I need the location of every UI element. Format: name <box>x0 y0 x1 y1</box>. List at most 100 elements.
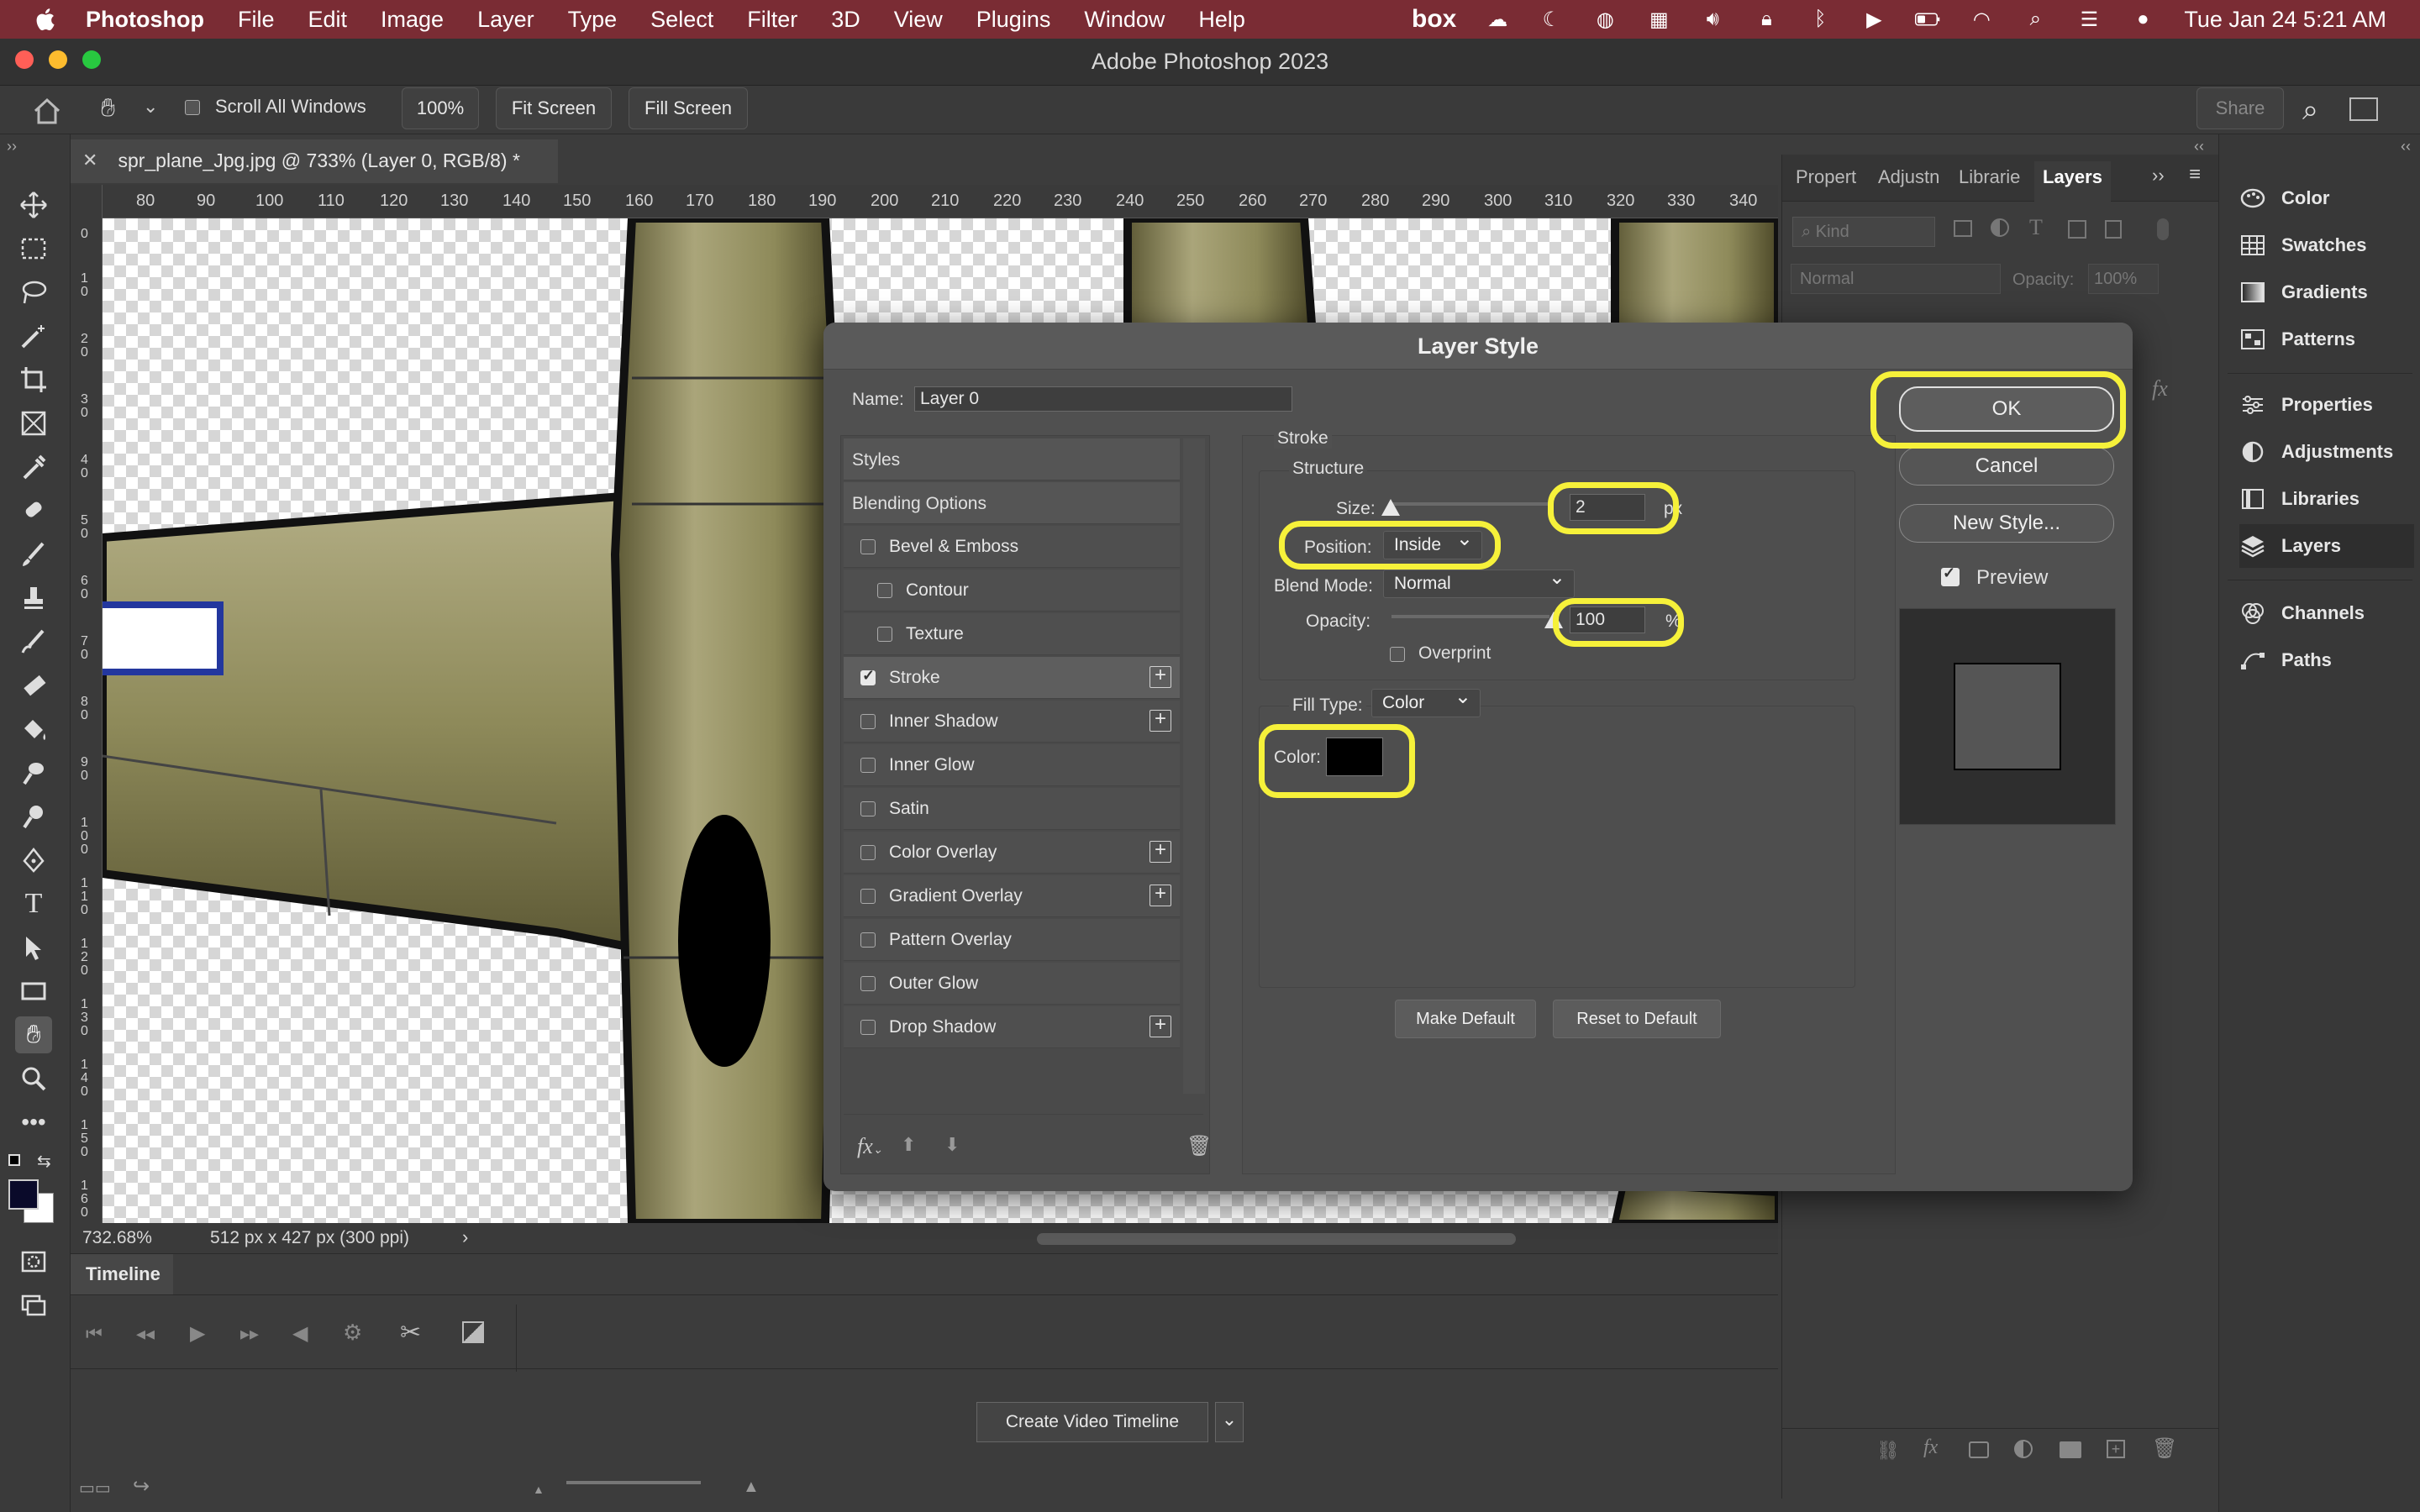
style-checkbox[interactable] <box>860 976 876 991</box>
tab-adjustments[interactable]: Adjustn <box>1878 166 1939 188</box>
globe-icon[interactable]: ◍ <box>1592 8 1618 31</box>
vertical-ruler[interactable]: 0 1 0 2 0 3 0 4 0 5 0 6 0 7 0 8 0 9 0 1 … <box>71 185 103 1225</box>
move-tool-icon[interactable] <box>15 186 52 223</box>
eraser-tool-icon[interactable] <box>15 667 52 704</box>
play-icon[interactable]: ▶ <box>190 1321 205 1346</box>
opacity-slider-track[interactable] <box>1392 615 1549 618</box>
search-icon[interactable]: ⌕ <box>2302 94 2318 127</box>
document-tab[interactable]: ✕ spr_plane_Jpg.jpg @ 733% (Layer 0, RGB… <box>71 139 558 183</box>
size-slider-handle[interactable] <box>1381 499 1400 516</box>
pen-tool-icon[interactable] <box>15 842 52 879</box>
filter-shape-icon[interactable] <box>2068 220 2086 239</box>
settings-gear-icon[interactable]: ⚙ <box>343 1320 362 1346</box>
share-button[interactable]: Share <box>2196 87 2284 129</box>
previous-frame-icon[interactable]: ◂◂ <box>136 1323 155 1345</box>
volume-icon[interactable]: 🔊︎ <box>1700 8 1725 30</box>
lasso-tool-icon[interactable] <box>15 274 52 311</box>
clone-stamp-tool-icon[interactable] <box>15 580 52 617</box>
style-row-bevel-emboss[interactable]: Bevel & Emboss <box>844 526 1180 568</box>
foreground-color-swatch[interactable] <box>8 1179 39 1210</box>
convert-icon[interactable]: ↪ <box>133 1474 150 1499</box>
close-tab-icon[interactable]: ✕ <box>82 150 97 171</box>
move-effect-up-icon[interactable]: ⬆ <box>901 1134 916 1156</box>
type-tool-icon[interactable]: T <box>15 885 52 922</box>
audio-icon[interactable]: ◀ <box>292 1321 308 1346</box>
dock-collapse-icon[interactable]: ‹‹ <box>2401 138 2411 155</box>
dock-item-gradients[interactable]: Gradients <box>2239 270 2414 314</box>
healing-brush-tool-icon[interactable] <box>15 492 52 529</box>
style-row-texture[interactable]: Texture <box>844 613 1180 655</box>
new-group-folder-icon[interactable] <box>2060 1441 2081 1458</box>
new-adjustment-icon[interactable] <box>2014 1440 2033 1458</box>
chevron-down-icon[interactable]: ⌄ <box>143 96 158 118</box>
zoom-slider[interactable]: ▲ ▲ <box>533 1478 776 1496</box>
crop-tool-icon[interactable] <box>15 361 52 398</box>
eyedropper-tool-icon[interactable] <box>15 449 52 486</box>
play-circle-icon[interactable]: ▶ <box>1861 8 1886 31</box>
new-style-button[interactable]: New Style... <box>1899 504 2114 543</box>
style-checkbox[interactable] <box>860 667 876 685</box>
blend-mode-dropdown[interactable]: Normal <box>1383 565 1575 598</box>
fill-type-dropdown[interactable]: Color <box>1371 685 1481 717</box>
path-selection-tool-icon[interactable] <box>15 929 52 966</box>
dock-item-properties[interactable]: Properties <box>2239 383 2414 427</box>
horizontal-ruler[interactable]: 80 90 100 110 120 130 140 150 160 170 18… <box>87 185 1778 218</box>
filter-adjustment-icon[interactable] <box>1991 218 2009 237</box>
menu-window[interactable]: Window <box>1084 7 1165 33</box>
history-brush-tool-icon[interactable] <box>15 623 52 660</box>
menu-edit[interactable]: Edit <box>308 7 348 33</box>
wifi-icon[interactable]: ◠ <box>1969 8 1994 31</box>
battery-icon[interactable] <box>1915 8 1940 30</box>
panel-collapse-icon[interactable]: ‹‹ <box>2194 138 2204 155</box>
style-checkbox[interactable] <box>860 801 876 816</box>
style-checkbox[interactable] <box>860 1020 876 1035</box>
apple-icon[interactable] <box>34 7 55 32</box>
menu-file[interactable]: File <box>238 7 275 33</box>
filter-kind-dropdown[interactable]: ⌕ Kind <box>1792 217 1935 247</box>
style-row-inner-shadow[interactable]: Inner Shadow + <box>844 701 1180 743</box>
dock-item-patterns[interactable]: Patterns <box>2239 318 2414 361</box>
status-zoom[interactable]: 732.68% <box>82 1228 152 1248</box>
scroll-all-windows-checkbox[interactable] <box>185 100 200 115</box>
more-tools-icon[interactable]: ••• <box>15 1104 52 1141</box>
preview-checkbox[interactable] <box>1941 564 1960 586</box>
lock-icon[interactable]: 🔒︎ <box>1754 8 1779 30</box>
siri-icon[interactable]: ● <box>2130 8 2155 30</box>
link-layers-icon[interactable]: ⛓ <box>1876 1440 1900 1462</box>
style-row-contour[interactable]: Contour <box>844 570 1180 612</box>
style-checkbox[interactable] <box>860 845 876 860</box>
style-checkbox[interactable] <box>860 932 876 948</box>
style-row-pattern-overlay[interactable]: Pattern Overlay <box>844 919 1180 961</box>
next-frame-icon[interactable]: ▸▸ <box>240 1323 259 1345</box>
tab-layers[interactable]: Layers <box>2034 161 2111 202</box>
status-expand-icon[interactable]: › <box>462 1226 468 1248</box>
add-instance-plus-icon[interactable]: + <box>1150 1015 1171 1037</box>
style-row-gradient-overlay[interactable]: Gradient Overlay + <box>844 875 1180 917</box>
hand-tool-icon[interactable]: ✋︎ <box>15 1016 52 1053</box>
dock-item-paths[interactable]: Paths <box>2239 638 2414 682</box>
timeline-zoom-icon[interactable]: ▭▭ <box>79 1478 111 1499</box>
style-row-drop-shadow[interactable]: Drop Shadow + <box>844 1006 1180 1048</box>
moon-icon[interactable]: ☾ <box>1539 8 1564 31</box>
brush-tool-icon[interactable] <box>15 536 52 573</box>
add-effect-fx-icon[interactable]: fx⌄ <box>857 1134 883 1159</box>
move-effect-down-icon[interactable]: ⬇ <box>944 1134 960 1156</box>
delete-effect-trash-icon[interactable]: 🗑︎ <box>1186 1134 1212 1158</box>
styles-scrollbar[interactable] <box>1183 438 1205 1094</box>
style-checkbox[interactable] <box>877 583 892 598</box>
quick-mask-icon[interactable] <box>15 1243 52 1280</box>
control-center-icon[interactable]: ☰ <box>2076 8 2102 31</box>
screen-mode-icon[interactable] <box>15 1285 52 1322</box>
menu-filter[interactable]: Filter <box>747 7 797 33</box>
panel-menu-icon[interactable]: ≡ <box>2189 163 2201 186</box>
style-row-color-overlay[interactable]: Color Overlay + <box>844 832 1180 874</box>
magic-wand-tool-icon[interactable] <box>15 318 52 354</box>
zoom-100-button[interactable]: 100% <box>402 87 479 129</box>
add-instance-plus-icon[interactable]: + <box>1150 840 1171 863</box>
overprint-checkbox[interactable] <box>1390 647 1405 662</box>
dodge-tool-icon[interactable] <box>15 798 52 835</box>
new-layer-icon[interactable]: + <box>2107 1440 2125 1458</box>
horizontal-scrollbar[interactable] <box>1037 1233 1516 1245</box>
filter-pixel-icon[interactable] <box>1954 220 1972 237</box>
style-checkbox[interactable] <box>860 714 876 729</box>
